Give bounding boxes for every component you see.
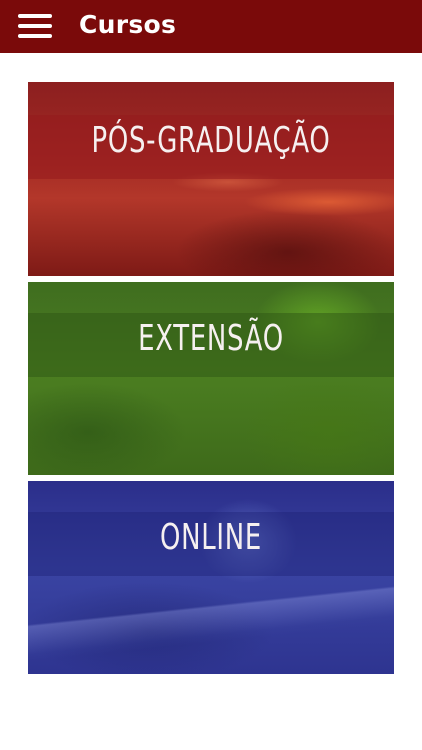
course-card-label: ONLINE (160, 517, 262, 558)
course-card-label: PÓS-GRADUAÇÃO (91, 120, 331, 161)
menu-line (18, 34, 52, 38)
course-card-extensao[interactable]: EXTENSÃO (28, 282, 394, 475)
app-bar: Cursos (0, 0, 422, 53)
course-card-image (28, 282, 394, 475)
course-card-label: EXTENSÃO (138, 318, 284, 359)
course-card-image (28, 82, 394, 276)
hamburger-menu-icon[interactable] (18, 14, 52, 38)
menu-line (18, 24, 52, 28)
course-card-pos-graduacao[interactable]: PÓS-GRADUAÇÃO (28, 82, 394, 276)
course-card-image (28, 481, 394, 674)
page-title: Cursos (79, 10, 177, 39)
course-card-online[interactable]: ONLINE (28, 481, 394, 674)
menu-line (18, 14, 52, 18)
